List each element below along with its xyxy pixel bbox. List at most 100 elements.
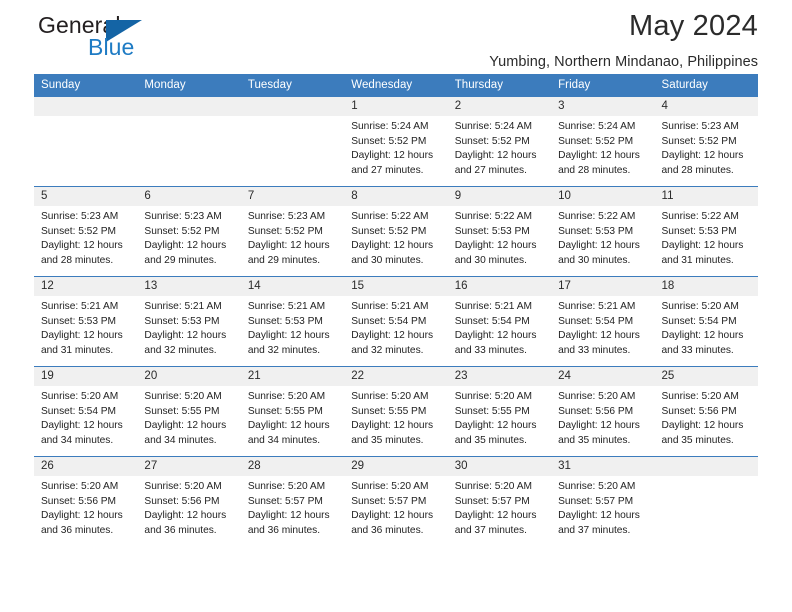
day-number: 13 [137, 277, 241, 296]
day-detail-line: and 36 minutes. [351, 524, 424, 536]
calendar-day-cell[interactable]: 19 Sunrise: 5:20 AM Sunset: 5:54 PM Dayligh… [34, 366, 138, 457]
calendar-day-cell[interactable]: 12 Sunrise: 5:21 AM Sunset: 5:53 PM Dayligh… [34, 276, 138, 367]
day-detail-line: Sunrise: 5:20 AM [144, 391, 222, 402]
day-number [137, 97, 241, 116]
calendar-day-cell[interactable]: 21 Sunrise: 5:20 AM Sunset: 5:55 PM Dayligh… [240, 366, 345, 457]
weekday-header-wednesday: Wednesday [344, 74, 448, 97]
weekday-header-thursday: Thursday [447, 74, 552, 97]
calendar-day-cell[interactable]: 5 Sunrise: 5:23 AM Sunset: 5:52 PM Daylight… [34, 186, 138, 277]
day-details: Sunrise: 5:23 AM Sunset: 5:52 PM Daylight:… [241, 206, 344, 268]
calendar-day-cell[interactable]: 29 Sunrise: 5:20 AM Sunset: 5:57 PM Dayligh… [344, 456, 448, 547]
calendar-day-cell[interactable]: 1 Sunrise: 5:24 AM Sunset: 5:52 PM Daylight… [344, 96, 448, 187]
day-detail-line: Sunset: 5:54 PM [41, 405, 117, 417]
day-detail-line: Sunrise: 5:20 AM [661, 301, 739, 312]
calendar-day-cell[interactable]: 28 Sunrise: 5:20 AM Sunset: 5:57 PM Dayligh… [240, 456, 345, 547]
day-detail-line: Sunrise: 5:20 AM [41, 391, 119, 402]
weekday-header-row: Sunday Monday Tuesday Wednesday Thursday Frid… [34, 74, 758, 97]
day-detail-line: Sunrise: 5:21 AM [41, 301, 119, 312]
day-detail-line: Sunset: 5:56 PM [144, 495, 220, 507]
day-detail-line: Daylight: 12 hours [454, 420, 537, 432]
day-details: Sunrise: 5:20 AM Sunset: 5:54 PM Daylight:… [655, 296, 758, 358]
day-details: Sunrise: 5:22 AM Sunset: 5:53 PM Daylight:… [655, 206, 758, 268]
calendar-day-cell[interactable]: 18 Sunrise: 5:20 AM Sunset: 5:54 PM Dayligh… [654, 276, 758, 367]
day-number: 1 [344, 97, 448, 116]
day-detail-line: Daylight: 12 hours [661, 240, 744, 252]
calendar-day-cell[interactable]: 23 Sunrise: 5:20 AM Sunset: 5:55 PM Dayligh… [447, 366, 552, 457]
calendar-day-cell[interactable]: 8 Sunrise: 5:22 AM Sunset: 5:52 PM Daylight… [344, 186, 448, 277]
calendar-day-cell[interactable]: 11 Sunrise: 5:22 AM Sunset: 5:53 PM Dayligh… [654, 186, 758, 277]
calendar-day-cell[interactable]: 10 Sunrise: 5:22 AM Sunset: 5:53 PM Dayligh… [551, 186, 655, 277]
day-detail-line: and 34 minutes. [41, 434, 114, 446]
day-detail-line: Sunset: 5:54 PM [351, 315, 427, 327]
calendar-day-cell[interactable]: 22 Sunrise: 5:20 AM Sunset: 5:55 PM Dayligh… [344, 366, 448, 457]
calendar-day-cell[interactable]: 3 Sunrise: 5:24 AM Sunset: 5:52 PM Daylight… [551, 96, 655, 187]
day-detail-line: and 30 minutes. [351, 254, 424, 266]
day-detail-line: Sunrise: 5:20 AM [41, 481, 119, 492]
day-detail-line: Daylight: 12 hours [144, 240, 227, 252]
day-details: Sunrise: 5:22 AM Sunset: 5:53 PM Daylight:… [551, 206, 654, 268]
day-details: Sunrise: 5:21 AM Sunset: 5:53 PM Daylight:… [241, 296, 344, 358]
day-detail-line: Daylight: 12 hours [661, 420, 744, 432]
day-number [240, 97, 345, 116]
day-detail-line: and 33 minutes. [661, 344, 734, 356]
calendar-day-cell[interactable]: 2 Sunrise: 5:24 AM Sunset: 5:52 PM Daylight… [447, 96, 552, 187]
day-detail-line: Sunrise: 5:20 AM [661, 391, 739, 402]
day-detail-line: Sunset: 5:52 PM [661, 135, 737, 147]
day-details: Sunrise: 5:20 AM Sunset: 5:57 PM Daylight:… [448, 476, 551, 538]
calendar-day-cell[interactable]: 16 Sunrise: 5:21 AM Sunset: 5:54 PM Dayligh… [447, 276, 552, 367]
day-detail-line: Sunset: 5:57 PM [558, 495, 634, 507]
day-number: 21 [240, 367, 345, 386]
day-number: 11 [654, 187, 758, 206]
day-number: 23 [447, 367, 552, 386]
day-number: 28 [240, 457, 345, 476]
calendar-body: 1 Sunrise: 5:24 AM Sunset: 5:52 PM Daylight… [34, 96, 758, 547]
calendar-day-cell[interactable]: 14 Sunrise: 5:21 AM Sunset: 5:53 PM Dayligh… [240, 276, 345, 367]
calendar-day-cell[interactable]: 25 Sunrise: 5:20 AM Sunset: 5:56 PM Dayligh… [654, 366, 758, 457]
day-detail-line: Daylight: 12 hours [144, 420, 227, 432]
calendar-day-cell[interactable]: 4 Sunrise: 5:23 AM Sunset: 5:52 PM Daylight… [654, 96, 758, 187]
day-number: 7 [240, 187, 345, 206]
calendar-day-cell[interactable]: 6 Sunrise: 5:23 AM Sunset: 5:52 PM Daylight… [137, 186, 241, 277]
day-details: Sunrise: 5:21 AM Sunset: 5:54 PM Daylight:… [551, 296, 654, 358]
day-number: 17 [551, 277, 655, 296]
calendar-day-cell[interactable]: 7 Sunrise: 5:23 AM Sunset: 5:52 PM Daylight… [240, 186, 345, 277]
day-detail-line: and 33 minutes. [558, 344, 631, 356]
day-detail-line: Daylight: 12 hours [41, 510, 123, 522]
day-detail-line: and 28 minutes. [661, 164, 734, 176]
day-number: 9 [447, 187, 552, 206]
day-detail-line: Sunset: 5:54 PM [558, 315, 634, 327]
calendar-day-cell[interactable]: 17 Sunrise: 5:21 AM Sunset: 5:54 PM Dayligh… [551, 276, 655, 367]
calendar-table: Sunday Monday Tuesday Wednesday Thursday Frid… [34, 74, 758, 547]
day-detail-line: Sunrise: 5:22 AM [454, 211, 532, 222]
calendar-day-cell[interactable]: 24 Sunrise: 5:20 AM Sunset: 5:56 PM Dayligh… [551, 366, 655, 457]
day-detail-line: Sunrise: 5:21 AM [454, 301, 532, 312]
day-detail-line: Daylight: 12 hours [144, 510, 227, 522]
day-detail-line: Daylight: 12 hours [351, 330, 434, 342]
day-detail-line: Sunrise: 5:24 AM [351, 121, 429, 132]
brand-logo[interactable]: General Blue [34, 12, 264, 68]
day-detail-line: Sunset: 5:52 PM [351, 135, 427, 147]
calendar-day-cell[interactable]: 20 Sunrise: 5:20 AM Sunset: 5:55 PM Dayligh… [137, 366, 241, 457]
day-detail-line: Sunset: 5:56 PM [558, 405, 634, 417]
day-detail-line: Sunrise: 5:20 AM [558, 391, 636, 402]
calendar-day-cell[interactable]: 30 Sunrise: 5:20 AM Sunset: 5:57 PM Dayligh… [447, 456, 552, 547]
day-detail-line: and 35 minutes. [351, 434, 424, 446]
calendar-day-cell[interactable]: 13 Sunrise: 5:21 AM Sunset: 5:53 PM Dayligh… [137, 276, 241, 367]
day-details: Sunrise: 5:24 AM Sunset: 5:52 PM Daylight:… [551, 116, 654, 178]
calendar-day-cell[interactable]: 26 Sunrise: 5:20 AM Sunset: 5:56 PM Dayligh… [34, 456, 138, 547]
calendar-day-cell[interactable]: 27 Sunrise: 5:20 AM Sunset: 5:56 PM Dayligh… [137, 456, 241, 547]
day-detail-line: Sunrise: 5:20 AM [351, 391, 429, 402]
calendar-day-cell[interactable]: 15 Sunrise: 5:21 AM Sunset: 5:54 PM Dayligh… [344, 276, 448, 367]
day-details: Sunrise: 5:22 AM Sunset: 5:52 PM Daylight:… [344, 206, 447, 268]
day-detail-line: Sunset: 5:53 PM [558, 225, 634, 237]
day-detail-line: Daylight: 12 hours [454, 240, 537, 252]
day-detail-line: Sunset: 5:53 PM [144, 315, 220, 327]
day-detail-line: Sunset: 5:55 PM [454, 405, 530, 417]
calendar-week-row: 1 Sunrise: 5:24 AM Sunset: 5:52 PM Daylight… [34, 96, 758, 187]
day-detail-line: Sunset: 5:52 PM [454, 135, 530, 147]
day-number: 29 [344, 457, 448, 476]
day-details: Sunrise: 5:20 AM Sunset: 5:57 PM Daylight:… [241, 476, 344, 538]
calendar-day-cell[interactable]: 9 Sunrise: 5:22 AM Sunset: 5:53 PM Daylight… [447, 186, 552, 277]
day-number: 18 [654, 277, 758, 296]
calendar-day-cell[interactable]: 31 Sunrise: 5:20 AM Sunset: 5:57 PM Dayligh… [551, 456, 655, 547]
